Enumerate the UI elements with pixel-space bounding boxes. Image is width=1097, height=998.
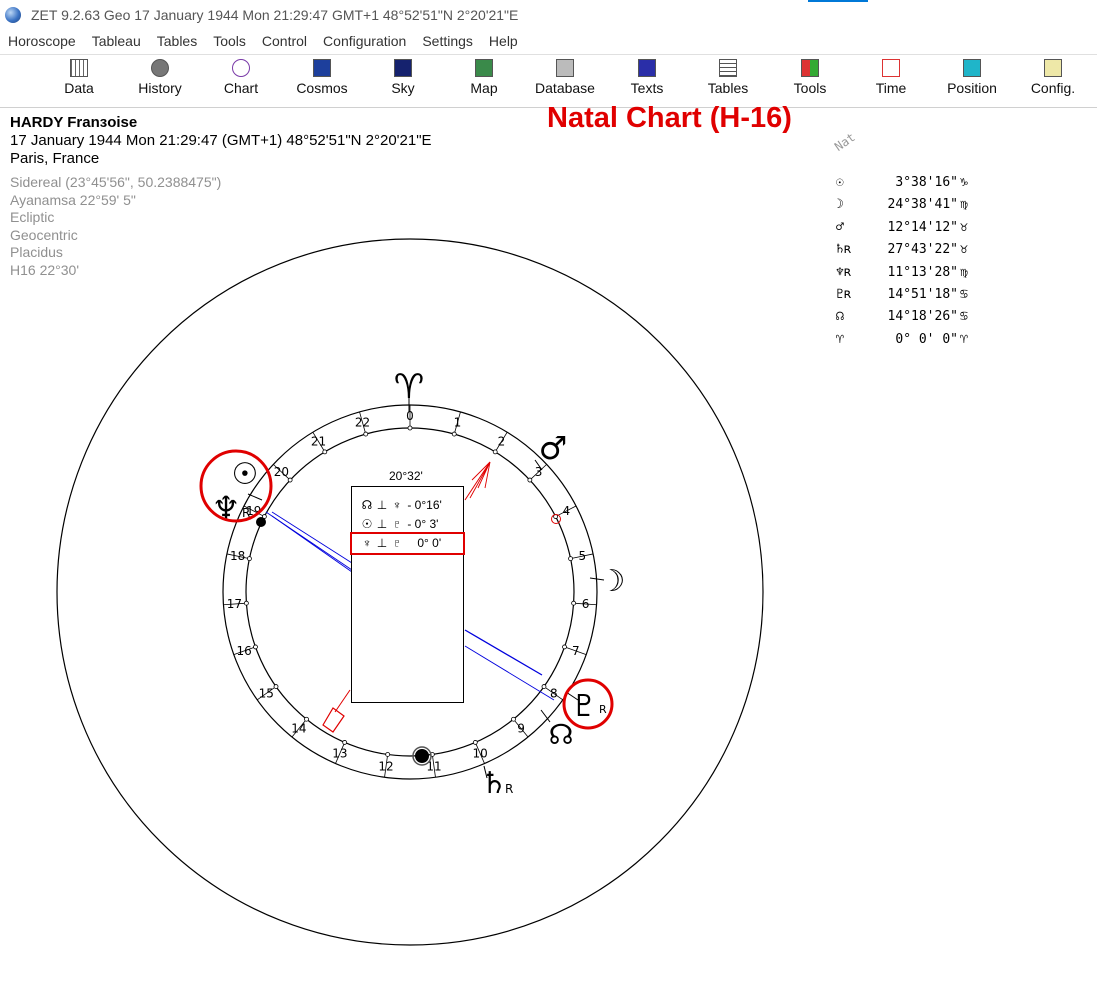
natal-wheel[interactable]: 0 12345678910111213141516171819202122 ♈ ☉… [0,0,1097,998]
house-cusp-dot [253,644,258,650]
house-cusp-dot [451,431,457,437]
semisquare-icon: ⊥ [376,498,388,512]
house-number: 10 [472,746,487,760]
house-cusp-dot [568,556,573,562]
house-number: 2 [498,435,506,449]
house-number: 15 [259,686,274,700]
house-cusp-dot [247,556,252,562]
house-number: 21 [311,435,326,449]
house-cusp-dot [385,752,391,757]
highlight-rectangle [350,532,465,555]
aspect-line [271,511,353,564]
house-cusp-dot [363,431,369,437]
saturn-retro-marker: R [505,782,513,796]
pluto-retro-marker: R [599,703,607,716]
house-number: 17 [227,597,242,611]
house-cusp-dot [492,449,498,455]
mars-glyph: ♂ [539,429,568,467]
house-cusp-dot [322,449,328,455]
sun-glyph: ☉ [232,457,259,492]
aspect-line [265,511,353,571]
house-cusp-dot [407,425,413,431]
aspect-line [464,645,555,701]
descendant-line [334,689,351,713]
house-cusp-dot [472,740,478,745]
house-number: 14 [291,722,306,736]
moon-glyph: ☽ [599,564,626,599]
house-cusp-dot [243,600,249,606]
node-glyph: ☊ [549,718,574,751]
house-number: 1 [454,416,462,430]
arrow-head-icon [469,461,491,499]
aspect-row[interactable]: ☊ ⊥ ♆ - 0°16' [360,496,460,515]
house-number: 12 [378,759,393,773]
saturn-glyph: ♄ [481,766,508,801]
house-number: 18 [230,549,245,563]
house-number: 4 [562,504,570,518]
house-cusp-dot [342,740,348,745]
house-cusp-dot [562,644,567,650]
house-cusp-dot [571,600,577,606]
house-number: 20 [274,465,289,479]
house-cusp-dot [511,716,516,722]
diamond-marker-icon [322,707,345,733]
black-point-marker [256,517,266,527]
house-number: 16 [237,644,252,658]
house-number: 7 [572,644,580,658]
house-number: 9 [517,722,525,736]
neptune-icon: ♆ [392,498,402,512]
house-cusp-dot [527,477,533,483]
house-number: 6 [582,597,590,611]
house-number: 0 [406,409,414,423]
house-cusp-dot [273,684,279,689]
house-number: 22 [355,416,370,430]
aspect-header: 20°32' [389,469,423,483]
planet-tick [247,493,263,501]
pluto-glyph: ♇ [571,689,598,724]
black-point-marker [415,749,429,763]
node-icon: ☊ [361,498,373,512]
house-number: 13 [332,746,347,760]
house-number: 5 [578,549,586,563]
house-cusp-dot [541,684,547,689]
